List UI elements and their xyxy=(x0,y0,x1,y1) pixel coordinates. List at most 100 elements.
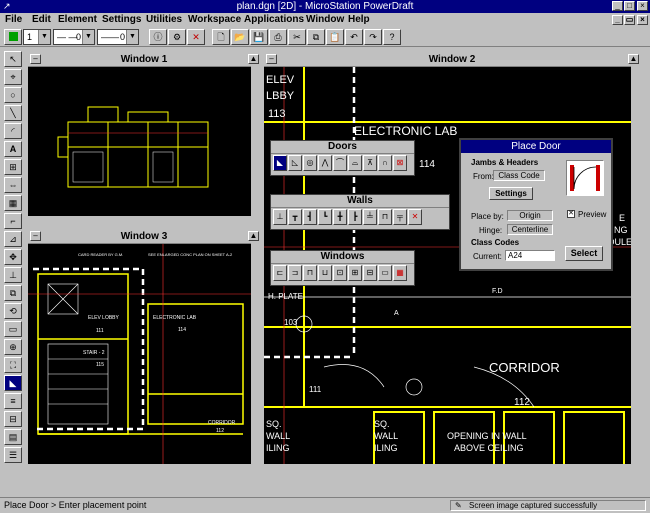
view-3-maximize-button[interactable]: ▲ xyxy=(248,231,259,241)
wall-offset-icon[interactable]: ╤ xyxy=(393,209,407,225)
dimension-icon[interactable]: ⇔ xyxy=(4,177,22,193)
wall-delete-icon[interactable]: ✕ xyxy=(408,209,422,225)
extend-icon[interactable]: ⊥ xyxy=(4,267,22,283)
maximize-button[interactable]: □ xyxy=(624,1,635,11)
hinge-dropdown[interactable]: Centerline xyxy=(507,224,553,235)
door-double-icon[interactable]: ◺ xyxy=(288,155,302,171)
view-3-scrollbar[interactable] xyxy=(251,243,260,464)
element-selection-icon[interactable]: ↖ xyxy=(4,51,22,67)
modify-icon[interactable]: ⌐ xyxy=(4,213,22,229)
doc-minimize-button[interactable]: _ xyxy=(612,15,623,25)
wall-cross-icon[interactable]: ╋ xyxy=(333,209,347,225)
info-icon[interactable]: ⓘ xyxy=(149,29,167,45)
zoom-icon[interactable]: ⊕ xyxy=(4,339,22,355)
menu-help[interactable]: Help xyxy=(348,14,370,26)
cell-icon[interactable]: ⊞ xyxy=(4,159,22,175)
grid-tool-icon[interactable]: ▤ xyxy=(4,429,22,445)
window-strip-icon[interactable]: ⊟ xyxy=(363,265,377,281)
view-window-3[interactable]: Window 3 – ▲ CARD READER BY G.M. SEE ENL… xyxy=(26,228,262,476)
analyze-icon[interactable]: ⚙ xyxy=(168,29,186,45)
menu-edit[interactable]: Edit xyxy=(32,14,51,26)
menu-utilities[interactable]: Utilities xyxy=(146,14,182,26)
window-grid-icon[interactable]: ▦ xyxy=(393,265,407,281)
walls-palette[interactable]: Walls ⊥ ┳ ┫ ┗ ╋ ┣ ╧ ⊓ ╤ ✕ xyxy=(270,194,450,230)
menu-applications[interactable]: Applications xyxy=(244,14,304,26)
close-button[interactable]: × xyxy=(637,1,648,11)
door-sliding-icon[interactable]: ◎ xyxy=(303,155,317,171)
view-1-controls[interactable] xyxy=(28,216,260,226)
select-button[interactable]: Select xyxy=(565,246,603,261)
wall-cut-icon[interactable]: ┣ xyxy=(348,209,362,225)
place-by-dropdown[interactable]: Origin xyxy=(507,210,553,221)
move-icon[interactable]: ✥ xyxy=(4,249,22,265)
view-3-canvas[interactable]: CARD READER BY G.M. SEE ENLARGED CONC PL… xyxy=(28,244,251,466)
windows-palette[interactable]: Windows ⊏ ⊐ ⊓ ⊔ ⊡ ⊞ ⊟ ▭ ▦ xyxy=(270,250,415,286)
place-door-dialog[interactable]: Place Door Jambs & Headers From: Class C… xyxy=(459,138,613,271)
window-clerestory-icon[interactable]: ▭ xyxy=(378,265,392,281)
polygon-icon[interactable]: ▭ xyxy=(4,321,22,337)
view-1-canvas[interactable] xyxy=(28,67,251,215)
door-overhead-icon[interactable]: ⌓ xyxy=(348,155,362,171)
wall-tool-icon[interactable]: ≡ xyxy=(4,393,22,409)
wall-place-icon[interactable]: ⊥ xyxy=(273,209,287,225)
view-3-menu-button[interactable]: – xyxy=(30,231,41,241)
door-tool-icon[interactable]: ◣ xyxy=(4,375,22,391)
view-1-maximize-button[interactable]: ▲ xyxy=(248,54,259,64)
menu-file[interactable]: File xyxy=(5,14,22,26)
undo-icon[interactable]: ↶ xyxy=(345,29,363,45)
menu-workspace[interactable]: Workspace xyxy=(188,14,241,26)
manipulate-icon[interactable]: ⟲ xyxy=(4,303,22,319)
from-dropdown[interactable]: Class Code xyxy=(493,170,545,181)
settings-button[interactable]: Settings xyxy=(489,187,533,200)
doors-palette[interactable]: Doors ◣ ◺ ◎ ⋀ ⌒ ⌓ ⊼ ∩ ⊠ xyxy=(270,140,415,176)
place-arc-icon[interactable]: ◜ xyxy=(4,123,22,139)
new-file-icon[interactable]: 🗋 xyxy=(212,29,230,45)
menu-window[interactable]: Window xyxy=(306,14,344,26)
copy-icon[interactable]: ⧉ xyxy=(307,29,325,45)
help-icon[interactable]: ? xyxy=(383,29,401,45)
view-1-menu-button[interactable]: – xyxy=(30,54,41,64)
door-bifold-icon[interactable]: ⋀ xyxy=(318,155,332,171)
cut-icon[interactable]: ✂ xyxy=(288,29,306,45)
view-window-1[interactable]: Window 1 – ▲ xyxy=(26,51,262,228)
redo-icon[interactable]: ↷ xyxy=(364,29,382,45)
line-style-selector[interactable]: — —0 ▼ xyxy=(53,29,95,45)
fence-icon[interactable]: ⌖ xyxy=(4,69,22,85)
door-single-icon[interactable]: ◣ xyxy=(273,155,287,171)
wall-corner-icon[interactable]: ┗ xyxy=(318,209,332,225)
view-2-maximize-button[interactable]: ▲ xyxy=(628,54,639,64)
window-sliding-icon[interactable]: ⊔ xyxy=(318,265,332,281)
pattern-icon[interactable]: ▦ xyxy=(4,195,22,211)
save-icon[interactable]: 💾 xyxy=(250,29,268,45)
wall-extend-icon[interactable]: ╧ xyxy=(363,209,377,225)
menu-settings[interactable]: Settings xyxy=(102,14,141,26)
print-icon[interactable]: ⎙ xyxy=(269,29,287,45)
active-color-icon[interactable] xyxy=(4,29,22,45)
door-delete-icon[interactable]: ⊠ xyxy=(393,155,407,171)
wall-join-icon[interactable]: ┫ xyxy=(303,209,317,225)
place-line-icon[interactable]: ╲ xyxy=(4,105,22,121)
window-awning-icon[interactable]: ⊡ xyxy=(333,265,347,281)
door-revolving-icon[interactable]: ⊼ xyxy=(363,155,377,171)
level-selector[interactable]: 1 ▼ xyxy=(23,29,51,45)
open-file-icon[interactable]: 📂 xyxy=(231,29,249,45)
view-3-controls[interactable] xyxy=(28,464,260,474)
measure-icon[interactable]: ⊿ xyxy=(4,231,22,247)
menu-element[interactable]: Element xyxy=(58,14,97,26)
door-arch-icon[interactable]: ∩ xyxy=(378,155,392,171)
preview-checkbox[interactable]: ✕ xyxy=(567,210,575,218)
view-2-menu-button[interactable]: – xyxy=(266,54,277,64)
wall-clean-icon[interactable]: ⊓ xyxy=(378,209,392,225)
window-bay-icon[interactable]: ⊞ xyxy=(348,265,362,281)
window-fixed-icon[interactable]: ⊏ xyxy=(273,265,287,281)
view-icon[interactable]: ⛶ xyxy=(4,357,22,373)
window-double-hung-icon[interactable]: ⊓ xyxy=(303,265,317,281)
view-2-controls[interactable] xyxy=(264,464,640,474)
wall-tee-icon[interactable]: ┳ xyxy=(288,209,302,225)
delete-icon[interactable]: ✕ xyxy=(187,29,205,45)
place-text-icon[interactable]: A xyxy=(4,141,22,157)
stair-tool-icon[interactable]: ☰ xyxy=(4,447,22,463)
doc-restore-button[interactable]: ▭ xyxy=(624,15,635,25)
line-weight-selector[interactable]: —— 0 ▼ xyxy=(97,29,139,45)
doc-close-button[interactable]: × xyxy=(637,15,648,25)
